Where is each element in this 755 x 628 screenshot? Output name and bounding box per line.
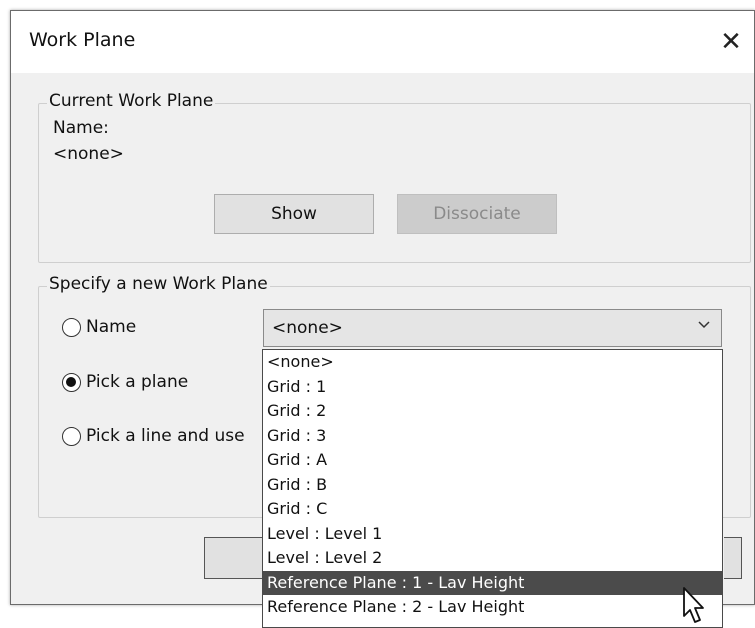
close-button[interactable]: ✕ bbox=[708, 11, 754, 73]
dropdown-item[interactable]: Grid : 3 bbox=[263, 424, 722, 449]
dropdown-item[interactable]: Grid : 1 bbox=[263, 375, 722, 400]
radio-name-label: Name bbox=[86, 317, 137, 337]
dropdown-item[interactable]: Level : Level 2 bbox=[263, 546, 722, 571]
show-button[interactable]: Show bbox=[214, 194, 374, 234]
dropdown-item[interactable]: Grid : B bbox=[263, 473, 722, 498]
cancel-button-partial[interactable] bbox=[724, 537, 742, 579]
current-work-plane-legend: Current Work Plane bbox=[47, 91, 216, 111]
combo-selected-value: <none> bbox=[272, 318, 343, 338]
dialog-title: Work Plane bbox=[29, 29, 136, 51]
dropdown-item[interactable]: Grid : A bbox=[263, 448, 722, 473]
mouse-cursor-icon bbox=[683, 587, 704, 623]
dropdown-item[interactable]: Grid : 2 bbox=[263, 399, 722, 424]
radio-pick-a-line-label: Pick a line and use bbox=[86, 426, 245, 446]
radio-pick-a-plane[interactable]: Pick a plane bbox=[62, 372, 188, 392]
radio-pick-a-line-circle bbox=[62, 426, 81, 446]
dropdown-item[interactable]: Level : Level 1 bbox=[263, 522, 722, 547]
name-dropdown-list: <none> Grid : 1 Grid : 2 Grid : 3 Grid : A Gr… bbox=[262, 349, 723, 628]
radio-pick-a-plane-label: Pick a plane bbox=[86, 372, 189, 392]
dissociate-button: Dissociate bbox=[397, 194, 557, 234]
title-bar: Work Plane ✕ bbox=[11, 11, 754, 73]
dropdown-item[interactable]: Grid : C bbox=[263, 497, 722, 522]
current-work-plane-group: Current Work Plane Name: <none> Show Dis… bbox=[38, 91, 751, 263]
radio-name-circle bbox=[62, 317, 81, 337]
radio-pick-a-plane-circle bbox=[62, 372, 81, 392]
dropdown-item[interactable]: Reference Plane : 1 - Lav Height bbox=[263, 570, 722, 595]
dropdown-item[interactable]: Reference Plane : 2 - Lav Height bbox=[263, 595, 722, 620]
name-label: Name: bbox=[53, 118, 109, 138]
close-icon: ✕ bbox=[720, 27, 742, 57]
name-combo-box[interactable]: <none> bbox=[263, 309, 722, 347]
current-plane-name-value: <none> bbox=[53, 144, 124, 164]
specify-work-plane-legend: Specify a new Work Plane bbox=[47, 274, 270, 294]
chevron-down-icon bbox=[697, 317, 711, 335]
radio-name[interactable]: Name bbox=[62, 317, 136, 337]
dropdown-item[interactable]: <none> bbox=[263, 350, 722, 375]
radio-pick-a-line[interactable]: Pick a line and use bbox=[62, 426, 245, 446]
ok-button-partial[interactable] bbox=[204, 537, 264, 579]
